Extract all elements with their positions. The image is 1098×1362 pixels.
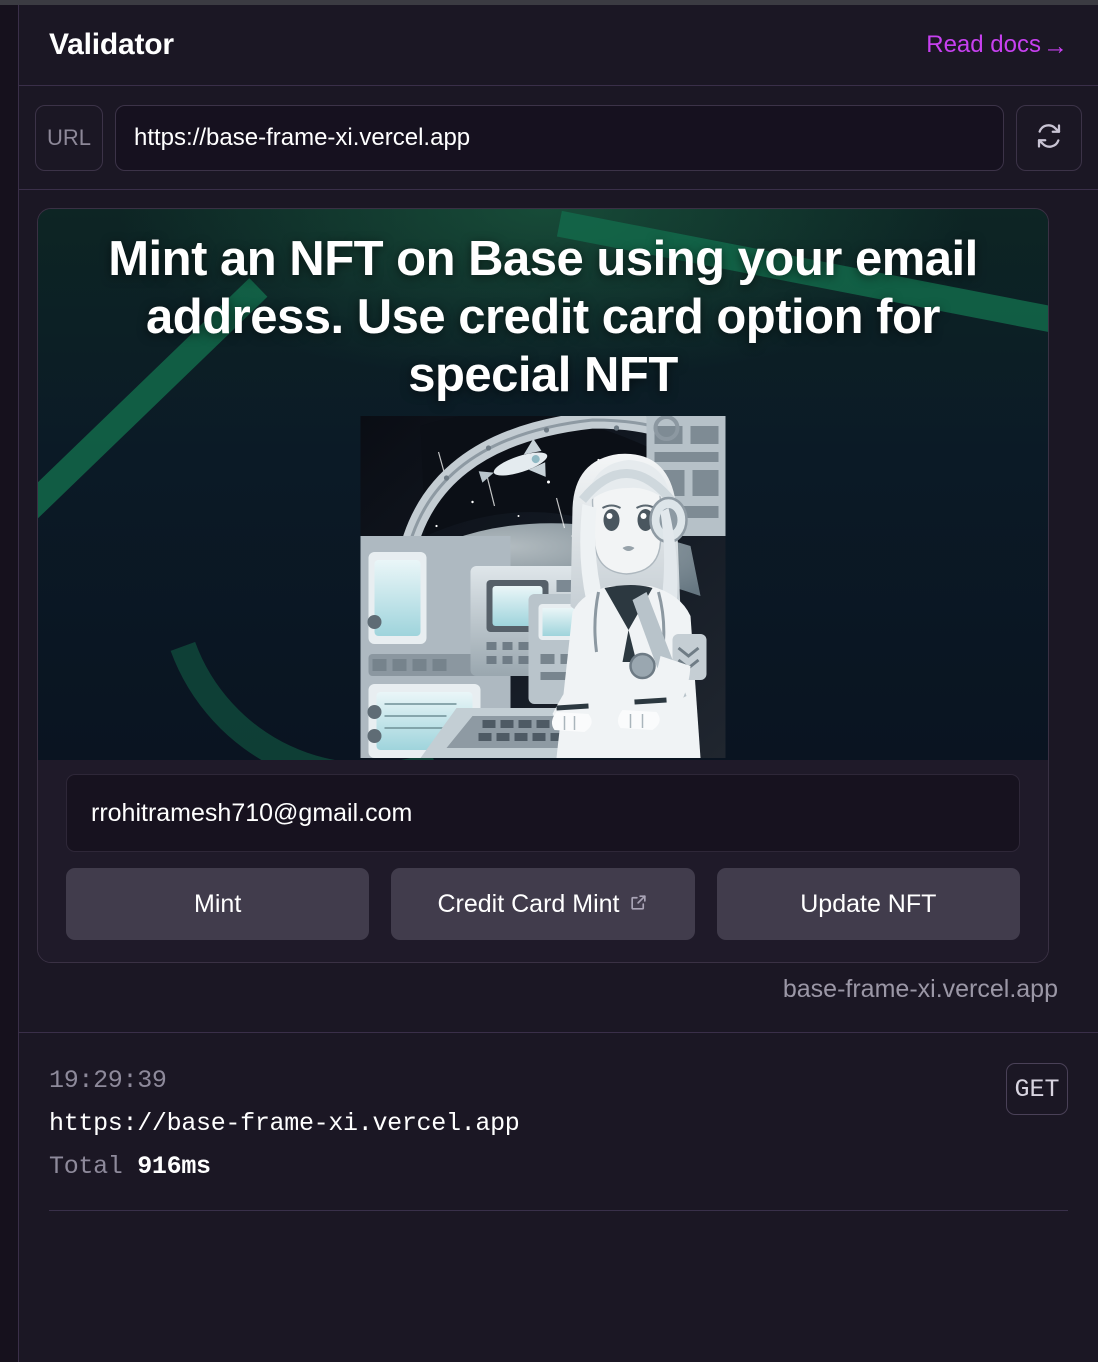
credit-card-mint-button[interactable]: Credit Card Mint — [391, 868, 695, 940]
log-total: Total 916ms — [49, 1145, 1068, 1188]
update-nft-button[interactable]: Update NFT — [716, 868, 1020, 940]
log-url: https://base-frame-xi.vercel.app — [49, 1109, 520, 1138]
credit-card-mint-button-label: Credit Card Mint — [437, 889, 620, 918]
page-left-gutter — [0, 5, 18, 1362]
frame-button-row: Mint Credit Card Mint Update NFT — [66, 868, 1020, 940]
log-total-value: 916ms — [137, 1152, 211, 1181]
page-title: Validator — [49, 28, 174, 61]
frame-card: Mint an NFT on Base using your email add… — [37, 208, 1049, 963]
frame-preview-section: Mint an NFT on Base using your email add… — [19, 190, 1098, 1033]
mint-button-label: Mint — [194, 889, 242, 918]
update-nft-button-label: Update NFT — [800, 889, 937, 918]
url-label: URL — [35, 104, 103, 171]
external-link-icon — [629, 890, 648, 919]
validator-panel: Validator Read docs → URL https://base-f… — [18, 5, 1098, 1362]
http-method-badge: GET — [1006, 1063, 1068, 1115]
url-bar: URL — [19, 86, 1098, 190]
mint-button[interactable]: Mint — [66, 868, 370, 940]
log-total-label: Total — [49, 1152, 123, 1181]
validator-app: Validator Read docs → URL https://base-f… — [0, 0, 1098, 1362]
url-input[interactable] — [115, 104, 1004, 171]
request-log-section: 19:29:39 https://base-frame-xi.vercel.ap… — [19, 1033, 1098, 1211]
app-header: Validator Read docs → — [19, 5, 1098, 86]
frame-image: Mint an NFT on Base using your email add… — [38, 209, 1048, 760]
frame-controls: Mint Credit Card Mint — [38, 760, 1048, 962]
read-docs-label: Read docs — [926, 31, 1041, 58]
frame-artwork-image — [360, 416, 726, 758]
refresh-icon — [1034, 121, 1064, 154]
log-timestamp: 19:29:39 — [49, 1066, 167, 1095]
frame-domain-label: base-frame-xi.vercel.app — [782, 975, 1058, 1003]
email-input[interactable] — [66, 774, 1020, 852]
log-entry[interactable]: 19:29:39 https://base-frame-xi.vercel.ap… — [49, 1059, 1068, 1211]
arrow-right-icon: → — [1043, 31, 1068, 60]
read-docs-link[interactable]: Read docs → — [926, 31, 1068, 59]
refresh-button[interactable] — [1016, 104, 1082, 171]
frame-heading: Mint an NFT on Base using your email add… — [108, 232, 978, 402]
